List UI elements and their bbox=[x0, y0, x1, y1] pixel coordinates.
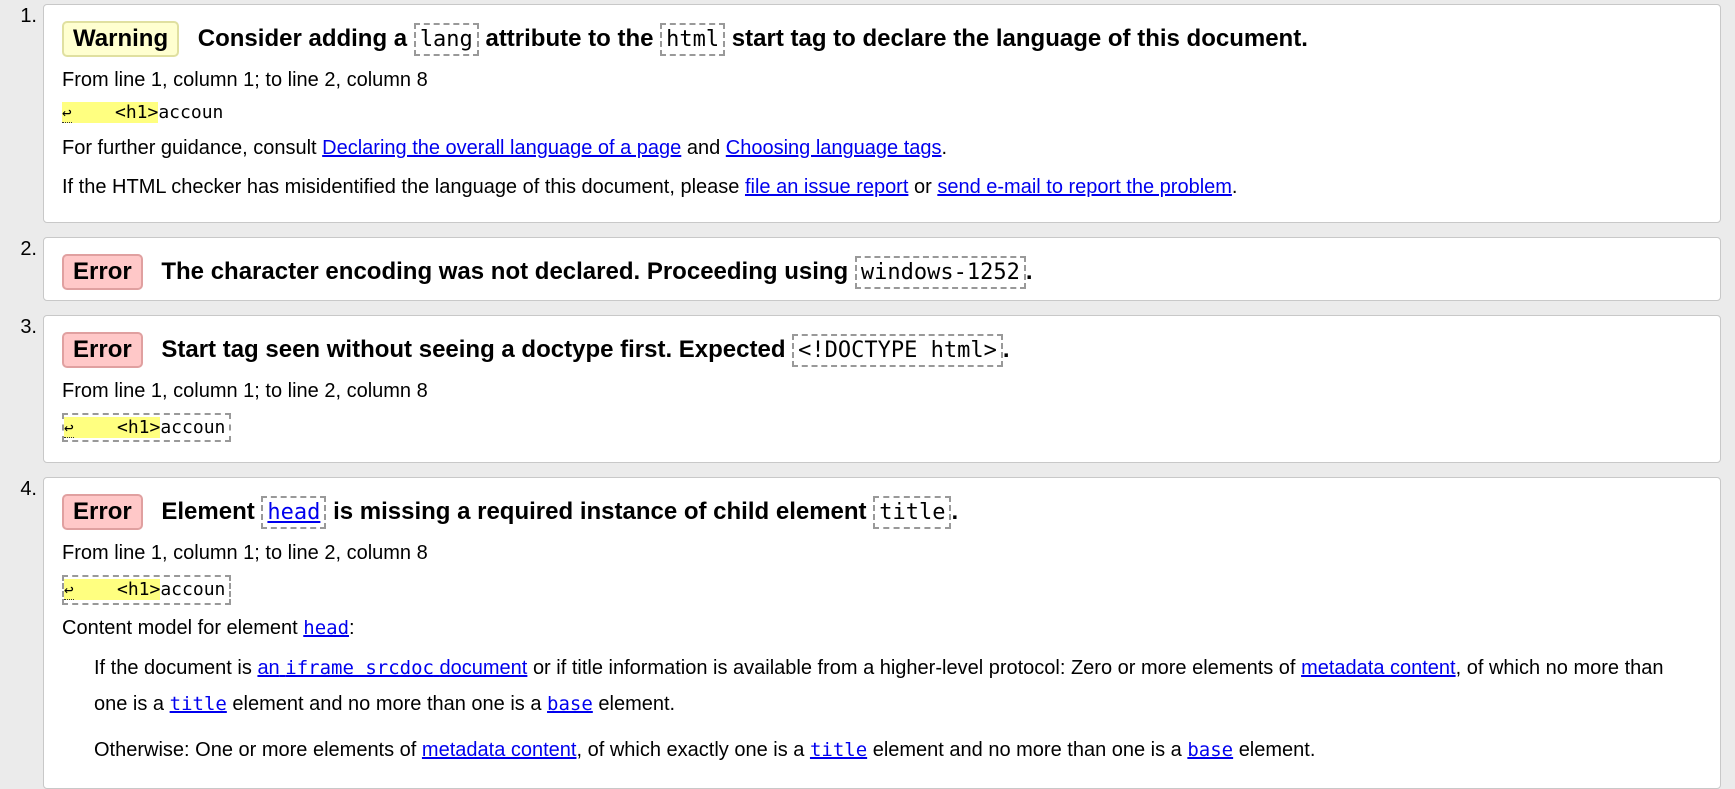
error-badge: Error bbox=[62, 331, 143, 368]
base-element-link[interactable]: base bbox=[547, 693, 593, 715]
head-element-link[interactable]: head bbox=[303, 617, 349, 639]
extract-tail: accoun bbox=[160, 416, 226, 438]
error-badge: Error bbox=[62, 494, 143, 531]
message-number: 2. bbox=[20, 237, 37, 260]
rule-text: element. bbox=[1238, 738, 1316, 761]
code-token: <!DOCTYPE html> bbox=[792, 333, 1003, 367]
declaring-language-link[interactable]: Declaring the overall language of a page bbox=[322, 137, 681, 159]
rule-text: , of which exactly one is a bbox=[576, 738, 805, 761]
message-text: Consider adding a bbox=[197, 25, 408, 52]
guidance-prefix: For further guidance, consult bbox=[62, 136, 317, 159]
report-end: . bbox=[1231, 175, 1238, 198]
code-token: html bbox=[660, 23, 726, 56]
extract-highlight: <h1> bbox=[73, 579, 161, 601]
link-text: document bbox=[439, 656, 528, 679]
guidance-text: For further guidance, consult Declaring … bbox=[62, 134, 1702, 163]
location-text: From line 1, column 1; to line 2, column… bbox=[62, 542, 428, 565]
extract-tail: accoun bbox=[158, 102, 224, 123]
code-token: lang bbox=[413, 23, 479, 56]
rule-text: element and no more than one is a bbox=[232, 692, 542, 715]
source-extract: ↩ <h1>accoun bbox=[62, 102, 1702, 124]
metadata-content-link[interactable]: metadata content bbox=[1301, 657, 1456, 679]
content-model: Content model for element head: If the d… bbox=[62, 617, 1702, 768]
message-item: 3. Error Start tag seen without seeing a… bbox=[20, 314, 1721, 464]
guidance-and: and bbox=[686, 136, 721, 159]
head-element-link[interactable]: head bbox=[267, 500, 320, 525]
metadata-content-link[interactable]: metadata content bbox=[422, 739, 577, 761]
guidance-end: . bbox=[941, 136, 948, 159]
choosing-language-tags-link[interactable]: Choosing language tags bbox=[726, 137, 942, 159]
message-title: Error Start tag seen without seeing a do… bbox=[62, 331, 1702, 368]
link-code: title bbox=[169, 692, 227, 715]
extract-tail: accoun bbox=[160, 579, 226, 601]
line-break-icon: ↩ bbox=[64, 417, 74, 438]
extract-highlight: <h1> bbox=[73, 416, 161, 438]
rule-text: element and no more than one is a bbox=[872, 738, 1182, 761]
message-text: attribute to the bbox=[485, 25, 654, 52]
content-model-heading: Content model for element head: bbox=[62, 617, 1702, 640]
message-item: 1. Warning Consider adding a lang attrib… bbox=[20, 4, 1721, 223]
message-title: Warning Consider adding a lang attribute… bbox=[62, 21, 1702, 57]
location-text: From line 1, column 1; to line 2, column… bbox=[62, 379, 428, 402]
line-break-icon: ↩ bbox=[64, 580, 74, 601]
link-text: an bbox=[257, 656, 280, 679]
message-item: 4. Error Element head is missing a requi… bbox=[20, 477, 1721, 789]
line-break-icon: ↩ bbox=[62, 103, 72, 123]
message-text: . bbox=[951, 498, 959, 526]
file-issue-link[interactable]: file an issue report bbox=[745, 176, 908, 198]
link-code: iframe srcdoc bbox=[285, 656, 434, 679]
source-extract: ↩ <h1>accoun bbox=[62, 412, 1702, 443]
rule-text: If the document is bbox=[94, 656, 252, 679]
message-text: . bbox=[1002, 335, 1010, 363]
message-item: 2. Error The character encoding was not … bbox=[20, 236, 1721, 301]
title-element-link[interactable]: title bbox=[810, 739, 867, 761]
content-model-rule-1: If the document is an iframe srcdoc docu… bbox=[94, 650, 1702, 722]
message-number: 4. bbox=[20, 478, 37, 501]
code-token: windows-1252 bbox=[854, 255, 1026, 289]
message-text: . bbox=[1025, 257, 1033, 285]
message-text: Start tag seen without seeing a doctype … bbox=[161, 335, 786, 363]
content-model-body: If the document is an iframe srcdoc docu… bbox=[94, 650, 1702, 768]
message-title: Error The character encoding was not dec… bbox=[62, 253, 1702, 290]
iframe-srcdoc-link[interactable]: an iframe srcdoc document bbox=[257, 657, 527, 679]
content-model-colon: : bbox=[349, 616, 355, 639]
message-title: Error Element head is missing a required… bbox=[62, 494, 1702, 531]
rule-text: element. bbox=[598, 692, 676, 715]
link-code: base bbox=[1187, 738, 1234, 761]
code-token: title bbox=[873, 496, 952, 530]
report-prefix: If the HTML checker has misidentified th… bbox=[62, 175, 740, 198]
link-code: base bbox=[547, 692, 593, 715]
message-text: The character encoding was not declared.… bbox=[161, 257, 849, 285]
content-model-label: Content model for element bbox=[62, 616, 298, 639]
message-text: Element bbox=[161, 498, 255, 526]
message-text: is missing a required instance of child … bbox=[333, 498, 867, 526]
rule-text: Otherwise: One or more elements of bbox=[94, 738, 417, 761]
content-model-element: head bbox=[303, 616, 350, 639]
warning-badge: Warning bbox=[62, 21, 180, 57]
extract-highlight: <h1> bbox=[71, 102, 159, 123]
message-number: 1. bbox=[20, 5, 37, 27]
location-text: From line 1, column 1; to line 2, column… bbox=[62, 69, 428, 91]
message-text: start tag to declare the language of thi… bbox=[731, 25, 1308, 52]
rule-text: or if title information is available fro… bbox=[532, 656, 1296, 679]
send-email-link[interactable]: send e-mail to report the problem bbox=[937, 176, 1232, 198]
source-extract: ↩ <h1>accoun bbox=[62, 575, 1702, 605]
base-element-link[interactable]: base bbox=[1187, 739, 1233, 761]
report-text: If the HTML checker has misidentified th… bbox=[62, 173, 1702, 202]
title-element-link[interactable]: title bbox=[170, 693, 227, 715]
report-or: or bbox=[913, 175, 932, 198]
message-number: 3. bbox=[20, 315, 37, 338]
content-model-rule-2: Otherwise: One or more elements of metad… bbox=[94, 732, 1702, 768]
link-code: title bbox=[809, 738, 868, 761]
code-token: head bbox=[261, 496, 327, 530]
error-badge: Error bbox=[62, 253, 143, 290]
message-list: 1. Warning Consider adding a lang attrib… bbox=[0, 0, 1735, 789]
